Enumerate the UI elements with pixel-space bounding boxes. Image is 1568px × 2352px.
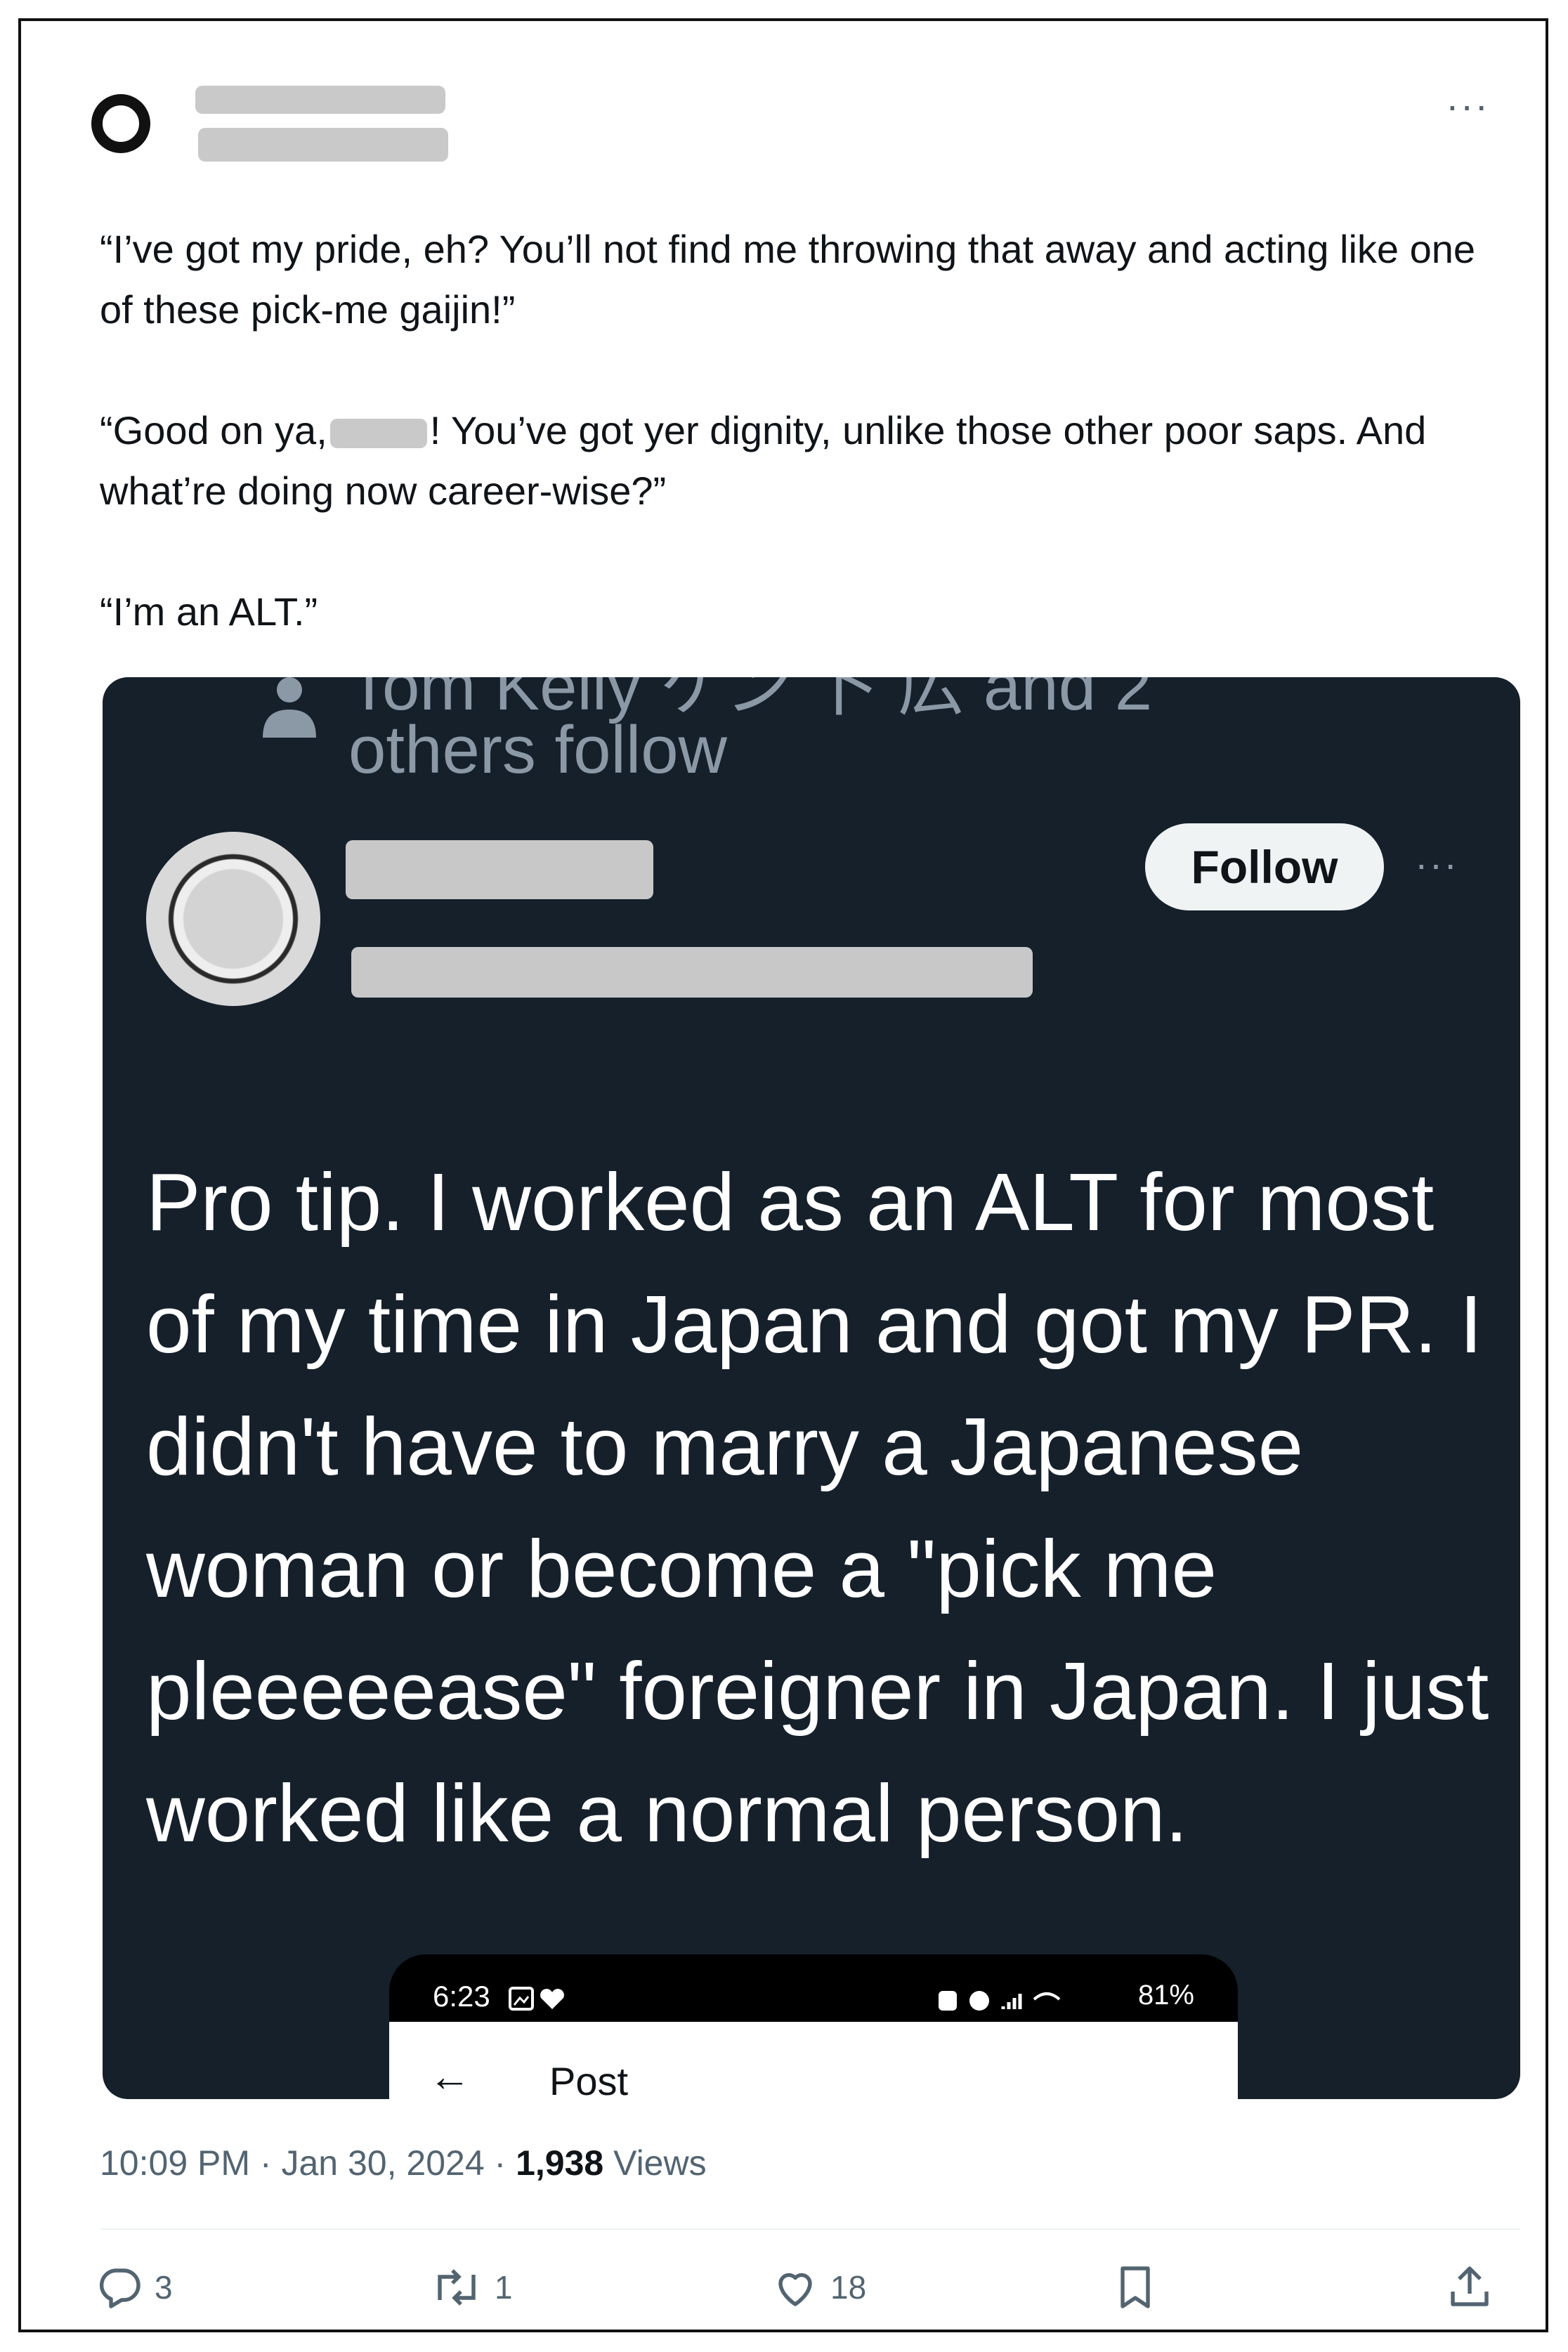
phone-post-title: Post xyxy=(549,2059,629,2099)
reply-button[interactable]: 3 xyxy=(94,2259,173,2315)
name-redacted xyxy=(329,419,427,449)
avatar-logo-icon xyxy=(91,94,150,153)
phone-post-header: ← Post xyxy=(389,2022,1238,2099)
back-arrow-icon: ← xyxy=(429,2053,471,2099)
attached-screenshot[interactable]: Tom Kelly ケン 卜 広 and 2 others follow Fol… xyxy=(103,677,1520,2099)
repost-icon xyxy=(438,2269,476,2306)
quoted-handle-redacted xyxy=(351,947,1033,998)
meta-separator: · xyxy=(494,2143,507,2183)
reply-icon xyxy=(99,2268,141,2308)
bookmark-button[interactable] xyxy=(1110,2259,1161,2315)
quoted-more-icon: ··· xyxy=(1415,842,1458,886)
status-right-icons xyxy=(939,1991,1061,2011)
divider xyxy=(100,2228,1520,2230)
repost-count: 1 xyxy=(495,2269,513,2306)
repost-button[interactable]: 1 xyxy=(429,2259,513,2315)
others-follow-text: others follow xyxy=(348,712,727,788)
tweet-paragraph-2: “Good on ya,! You’ve got yer dignity, un… xyxy=(100,400,1512,521)
quoted-avatar xyxy=(146,832,320,1006)
handle-redacted[interactable] xyxy=(198,128,448,162)
status-icons xyxy=(509,1987,564,2011)
views-label: Views xyxy=(613,2143,707,2183)
share-button[interactable] xyxy=(1444,2259,1495,2315)
phone-battery: 81% xyxy=(1137,1980,1194,2011)
tweet-paragraph-2-start: “Good on ya, xyxy=(100,408,327,452)
tweet-meta: 10:09 PM · Jan 30, 2024 · 1,938 Views xyxy=(100,2143,707,2183)
person-icon xyxy=(263,677,316,738)
heart-icon xyxy=(778,2273,812,2306)
views-count: 1,938 xyxy=(516,2143,604,2183)
tweet-paragraph-3: “I’m an ALT.” xyxy=(100,589,318,634)
share-icon xyxy=(1451,2266,1489,2306)
follow-button[interactable]: Follow xyxy=(1145,823,1384,910)
phone-status-time: 6:23 xyxy=(433,1980,490,2013)
display-name-redacted[interactable] xyxy=(195,86,445,114)
tweet-date[interactable]: Jan 30, 2024 xyxy=(281,2143,484,2183)
like-count: 18 xyxy=(830,2269,867,2306)
avatar[interactable] xyxy=(79,81,163,166)
tweet-paragraph-1: “I’ve got my pride, eh? You’ll not find … xyxy=(100,227,1476,332)
quoted-name-redacted xyxy=(346,840,653,899)
bookmark-icon xyxy=(1121,2266,1150,2308)
quoted-post-text: Pro tip. I worked as an ALT for most of … xyxy=(146,1156,1489,1859)
like-button[interactable]: 18 xyxy=(770,2259,866,2315)
reply-count: 3 xyxy=(155,2269,173,2306)
meta-separator: · xyxy=(259,2143,272,2183)
tweet-card: ··· “I’ve got my pride, eh? You’ll not f… xyxy=(18,18,1548,2332)
more-options-icon[interactable]: ··· xyxy=(1446,86,1489,125)
nested-phone-screenshot: 6:23 81% ← Post xyxy=(389,1954,1238,2099)
tweet-time[interactable]: 10:09 PM xyxy=(100,2143,250,2183)
